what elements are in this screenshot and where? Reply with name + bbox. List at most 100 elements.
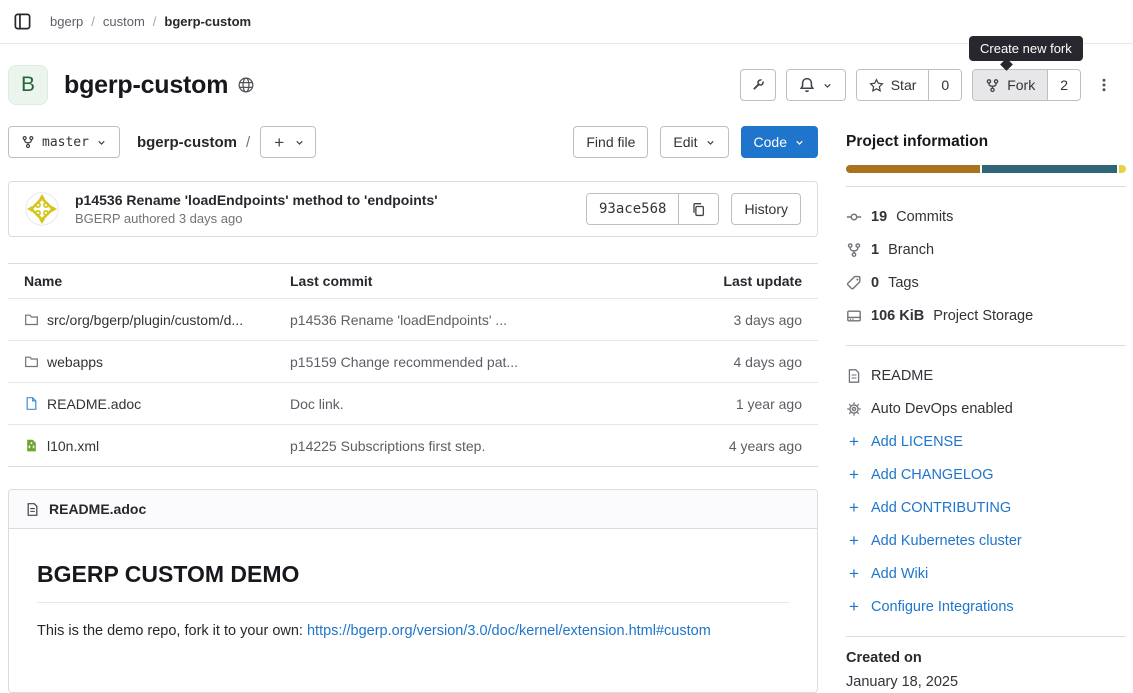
file-name-link[interactable]: src/org/bgerp/plugin/custom/d... (47, 312, 243, 328)
create-fork-tooltip: Create new fork (969, 36, 1083, 61)
plus-icon: + (846, 499, 862, 516)
breadcrumb-separator: / (91, 14, 95, 29)
plus-icon: + (846, 565, 862, 582)
plus-icon: + (846, 466, 862, 483)
commit-sha: 93ace568 (587, 194, 678, 224)
star-count[interactable]: 0 (928, 70, 961, 100)
commit-meta: BGERP authored 3 days ago (75, 211, 438, 226)
copy-sha-button[interactable] (678, 194, 718, 224)
file-icon (846, 368, 862, 384)
readme-heading: BGERP CUSTOM DEMO (37, 561, 789, 603)
bell-icon (799, 77, 815, 93)
breadcrumb-subgroup[interactable]: custom (103, 14, 145, 29)
sidebar-stat-branches[interactable]: 1 Branch (846, 233, 1126, 266)
fork-button[interactable]: Fork (973, 70, 1047, 100)
commit-message-link[interactable]: Doc link. (290, 396, 344, 412)
admin-wrench-button[interactable] (740, 69, 776, 101)
tag-icon (846, 275, 862, 291)
repo-path-name[interactable]: bgerp-custom (137, 134, 237, 151)
star-icon (869, 78, 884, 93)
link-label: Add LICENSE (871, 434, 963, 450)
commit-title[interactable]: p14536 Rename 'loadEndpoints' method to … (75, 192, 438, 208)
add-kubernetes-link[interactable]: + Add Kubernetes cluster (846, 524, 1126, 557)
code-button[interactable]: Code (741, 126, 818, 158)
stat-value: 1 (871, 242, 879, 258)
edit-label: Edit (673, 134, 697, 150)
breadcrumb-separator: / (153, 14, 157, 29)
kebab-icon (1096, 77, 1112, 93)
history-button[interactable]: History (731, 193, 801, 225)
breadcrumb-group[interactable]: bgerp (50, 14, 83, 29)
table-row: README.adoc Doc link. 1 year ago (8, 382, 818, 424)
commit-message-link[interactable]: p14536 Rename 'loadEndpoints' ... (290, 312, 507, 328)
file-name-link[interactable]: l10n.xml (47, 438, 99, 454)
breadcrumb-bar: bgerp / custom / bgerp-custom (0, 0, 1133, 44)
sidebar-title: Project information (846, 133, 1126, 151)
readme-header[interactable]: README.adoc (9, 490, 817, 529)
panel-left-icon (13, 12, 32, 31)
stat-value: 106 KiB (871, 308, 924, 324)
visibility-globe-icon (237, 76, 255, 94)
breadcrumb-project[interactable]: bgerp-custom (164, 14, 251, 29)
table-row: l10n.xml p14225 Subscriptions first step… (8, 424, 818, 466)
file-table: Name Last commit Last update src/org/bge… (8, 263, 818, 467)
commit-message-link[interactable]: p14225 Subscriptions first step. (290, 438, 485, 454)
last-commit-card: p14536 Rename 'loadEndpoints' method to … (8, 181, 818, 237)
last-update: 4 days ago (682, 354, 802, 370)
sidebar-stat-storage[interactable]: 106 KiB Project Storage (846, 299, 1126, 332)
divider (846, 186, 1126, 187)
code-label: Code (754, 134, 787, 150)
branch-selector[interactable]: master (8, 126, 120, 158)
breadcrumb: bgerp / custom / bgerp-custom (50, 14, 251, 29)
commit-sha-group: 93ace568 (586, 193, 719, 225)
more-actions-button[interactable] (1091, 69, 1117, 101)
language-bar[interactable] (846, 165, 1126, 173)
readme-text: This is the demo repo, fork it to your o… (37, 623, 307, 639)
add-changelog-link[interactable]: + Add CHANGELOG (846, 458, 1126, 491)
sidebar-toggle-button[interactable] (8, 8, 36, 36)
commit-message-link[interactable]: p15159 Change recommended pat... (290, 354, 518, 370)
configure-integrations-link[interactable]: + Configure Integrations (846, 590, 1126, 623)
readme-filename: README.adoc (49, 501, 146, 517)
plus-icon: + (271, 134, 287, 151)
commit-actions: 93ace568 History (586, 193, 801, 225)
plus-icon: + (846, 598, 862, 615)
add-contributing-link[interactable]: + Add CONTRIBUTING (846, 491, 1126, 524)
branch-icon (846, 242, 862, 258)
language-segment (982, 165, 1117, 173)
branch-name: master (42, 135, 89, 150)
add-wiki-link[interactable]: + Add Wiki (846, 557, 1126, 590)
plus-icon: + (846, 433, 862, 450)
add-license-link[interactable]: + Add LICENSE (846, 425, 1126, 458)
add-file-button[interactable]: + (260, 126, 316, 158)
last-update: 4 years ago (682, 438, 802, 454)
file-name-link[interactable]: webapps (47, 354, 103, 370)
commit-author-avatar (25, 192, 59, 226)
notifications-button[interactable] (786, 69, 846, 101)
star-label: Star (891, 77, 917, 93)
file-name-link[interactable]: README.adoc (47, 396, 141, 412)
star-button[interactable]: Star (857, 70, 929, 100)
link-label: Add CONTRIBUTING (871, 500, 1011, 516)
readme-body: BGERP CUSTOM DEMO This is the demo repo,… (9, 529, 817, 663)
repo-nav-row: master bgerp-custom / + Find file Edit (8, 126, 818, 158)
sidebar-readme-link[interactable]: README (846, 359, 1126, 392)
path-separator: / (246, 134, 250, 151)
gear-icon (846, 401, 862, 417)
last-update: 1 year ago (682, 396, 802, 412)
readme-link[interactable]: https://bgerp.org/version/3.0/doc/kernel… (307, 623, 711, 639)
content: master bgerp-custom / + Find file Edit (0, 126, 1133, 693)
disk-icon (846, 308, 862, 324)
divider (846, 345, 1126, 346)
chevron-down-icon (822, 80, 833, 91)
fork-count[interactable]: 2 (1047, 70, 1080, 100)
sidebar-stat-commits[interactable]: 19 Commits (846, 200, 1126, 233)
readme-card: README.adoc BGERP CUSTOM DEMO This is th… (8, 489, 818, 693)
file-icon (25, 502, 40, 517)
edit-button[interactable]: Edit (660, 126, 728, 158)
created-on-label: Created on (846, 650, 1126, 666)
find-file-button[interactable]: Find file (573, 126, 648, 158)
sidebar-autodevops[interactable]: Auto DevOps enabled (846, 392, 1126, 425)
sidebar-stat-tags[interactable]: 0 Tags (846, 266, 1126, 299)
page-title: bgerp-custom (64, 71, 228, 100)
